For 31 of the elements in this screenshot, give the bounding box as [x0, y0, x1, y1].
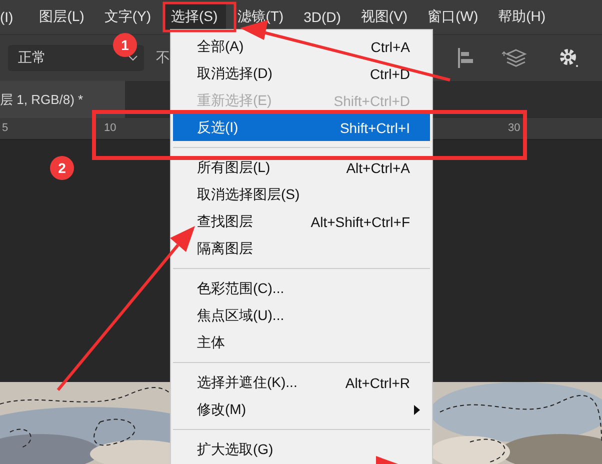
menu-item[interactable]: 选择并遮住(K)... Alt+Ctrl+R [171, 369, 432, 396]
menu-item[interactable]: 扩大选取(G) [171, 436, 432, 463]
menu-item[interactable]: 所有图层(L) Alt+Ctrl+A [171, 154, 432, 181]
settings-icon[interactable] [558, 47, 580, 69]
menu-item[interactable]: 色彩范围(C)... [171, 275, 432, 302]
step-marker: 2 [50, 156, 74, 180]
chevron-icon [128, 55, 138, 61]
align-icon[interactable] [456, 47, 476, 69]
menu-item[interactable]: 修改(M) [171, 396, 432, 423]
ruler-label: 10 [104, 122, 116, 134]
ruler-label: 5 [2, 122, 8, 134]
ruler-label: 30 [508, 122, 520, 134]
menu-bar-item[interactable]: 帮助(H) [490, 2, 554, 32]
menu-item[interactable]: 取消选择(D) Ctrl+D [171, 60, 432, 87]
menu-item[interactable]: 焦点区域(U)... [171, 302, 432, 329]
menu-bar-item[interactable]: 视图(V) [352, 2, 416, 32]
menu-item[interactable]: 反选(I) Shift+Ctrl+I [173, 114, 430, 141]
menu-bar-item[interactable]: 图层(L) [31, 2, 92, 32]
menu-bar-item[interactable]: (I) [0, 3, 22, 31]
menu-item[interactable]: 全部(A) Ctrl+A [171, 33, 432, 60]
layers-icon[interactable] [502, 47, 528, 69]
document-tab[interactable]: 层 1, RGB/8) * [0, 81, 125, 118]
menu-bar-item[interactable]: 文字(Y) [96, 2, 160, 32]
menu-item[interactable]: 查找图层 Alt+Shift+Ctrl+F [171, 208, 432, 235]
annotation-arrow [376, 456, 398, 464]
menu-item[interactable]: 主体 [171, 329, 432, 356]
menu-item[interactable]: 取消选择图层(S) [171, 181, 432, 208]
menu-bar-item[interactable]: 窗口(W) [420, 2, 486, 32]
menu-item[interactable]: 隔离图层 [171, 235, 432, 262]
opacity-label: 不 [156, 49, 170, 67]
menu-bar-item[interactable]: 3D(D) [296, 3, 349, 31]
